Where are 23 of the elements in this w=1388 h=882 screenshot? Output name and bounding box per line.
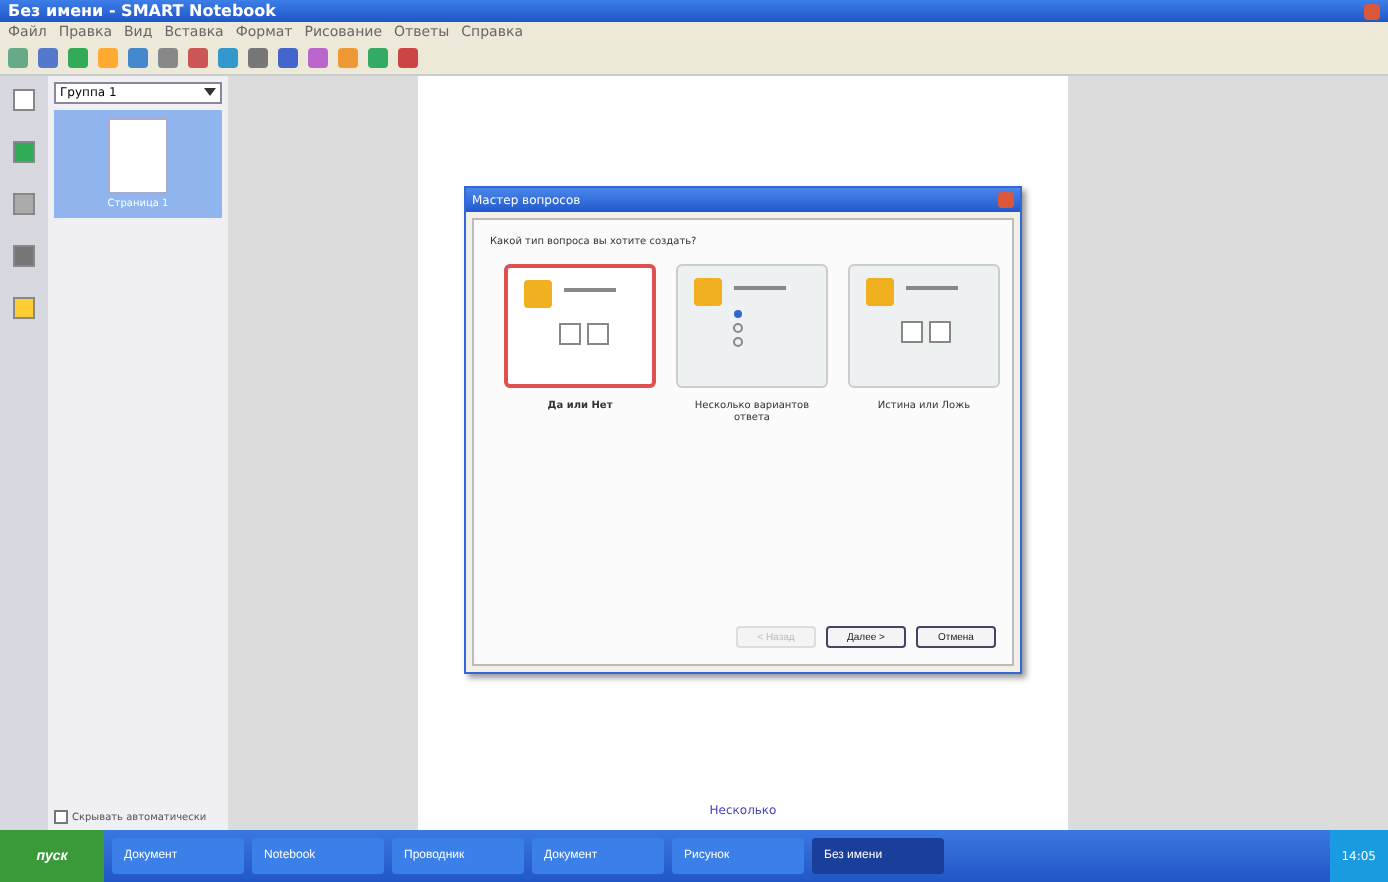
question-type-card[interactable] (504, 264, 656, 388)
toolbar-icon[interactable] (66, 46, 90, 70)
window-title: Без имени - SMART Notebook (0, 0, 1388, 22)
tab-icon[interactable] (12, 88, 36, 112)
dropdown-caret-icon (204, 86, 216, 98)
toolbar-icon[interactable] (306, 46, 330, 70)
tab-icon[interactable] (12, 296, 36, 320)
toolbar-icon[interactable] (216, 46, 240, 70)
toolbar-icon[interactable] (246, 46, 270, 70)
toolbar-icon[interactable] (336, 46, 360, 70)
toolbar-icon[interactable] (186, 46, 210, 70)
toolbar-icon[interactable] (156, 46, 180, 70)
toolbar-icon[interactable] (6, 46, 30, 70)
toolbar-icon[interactable] (276, 46, 300, 70)
tab-icon[interactable] (12, 192, 36, 216)
toolbar-icon[interactable] (126, 46, 150, 70)
question-type-card[interactable] (676, 264, 828, 388)
question-type-card[interactable] (848, 264, 1000, 388)
tab-icon[interactable] (12, 140, 36, 164)
toolbar-icon[interactable] (396, 46, 420, 70)
toolbar-icon[interactable] (366, 46, 390, 70)
tab-icon[interactable] (12, 244, 36, 268)
toolbar-icon[interactable] (36, 46, 60, 70)
